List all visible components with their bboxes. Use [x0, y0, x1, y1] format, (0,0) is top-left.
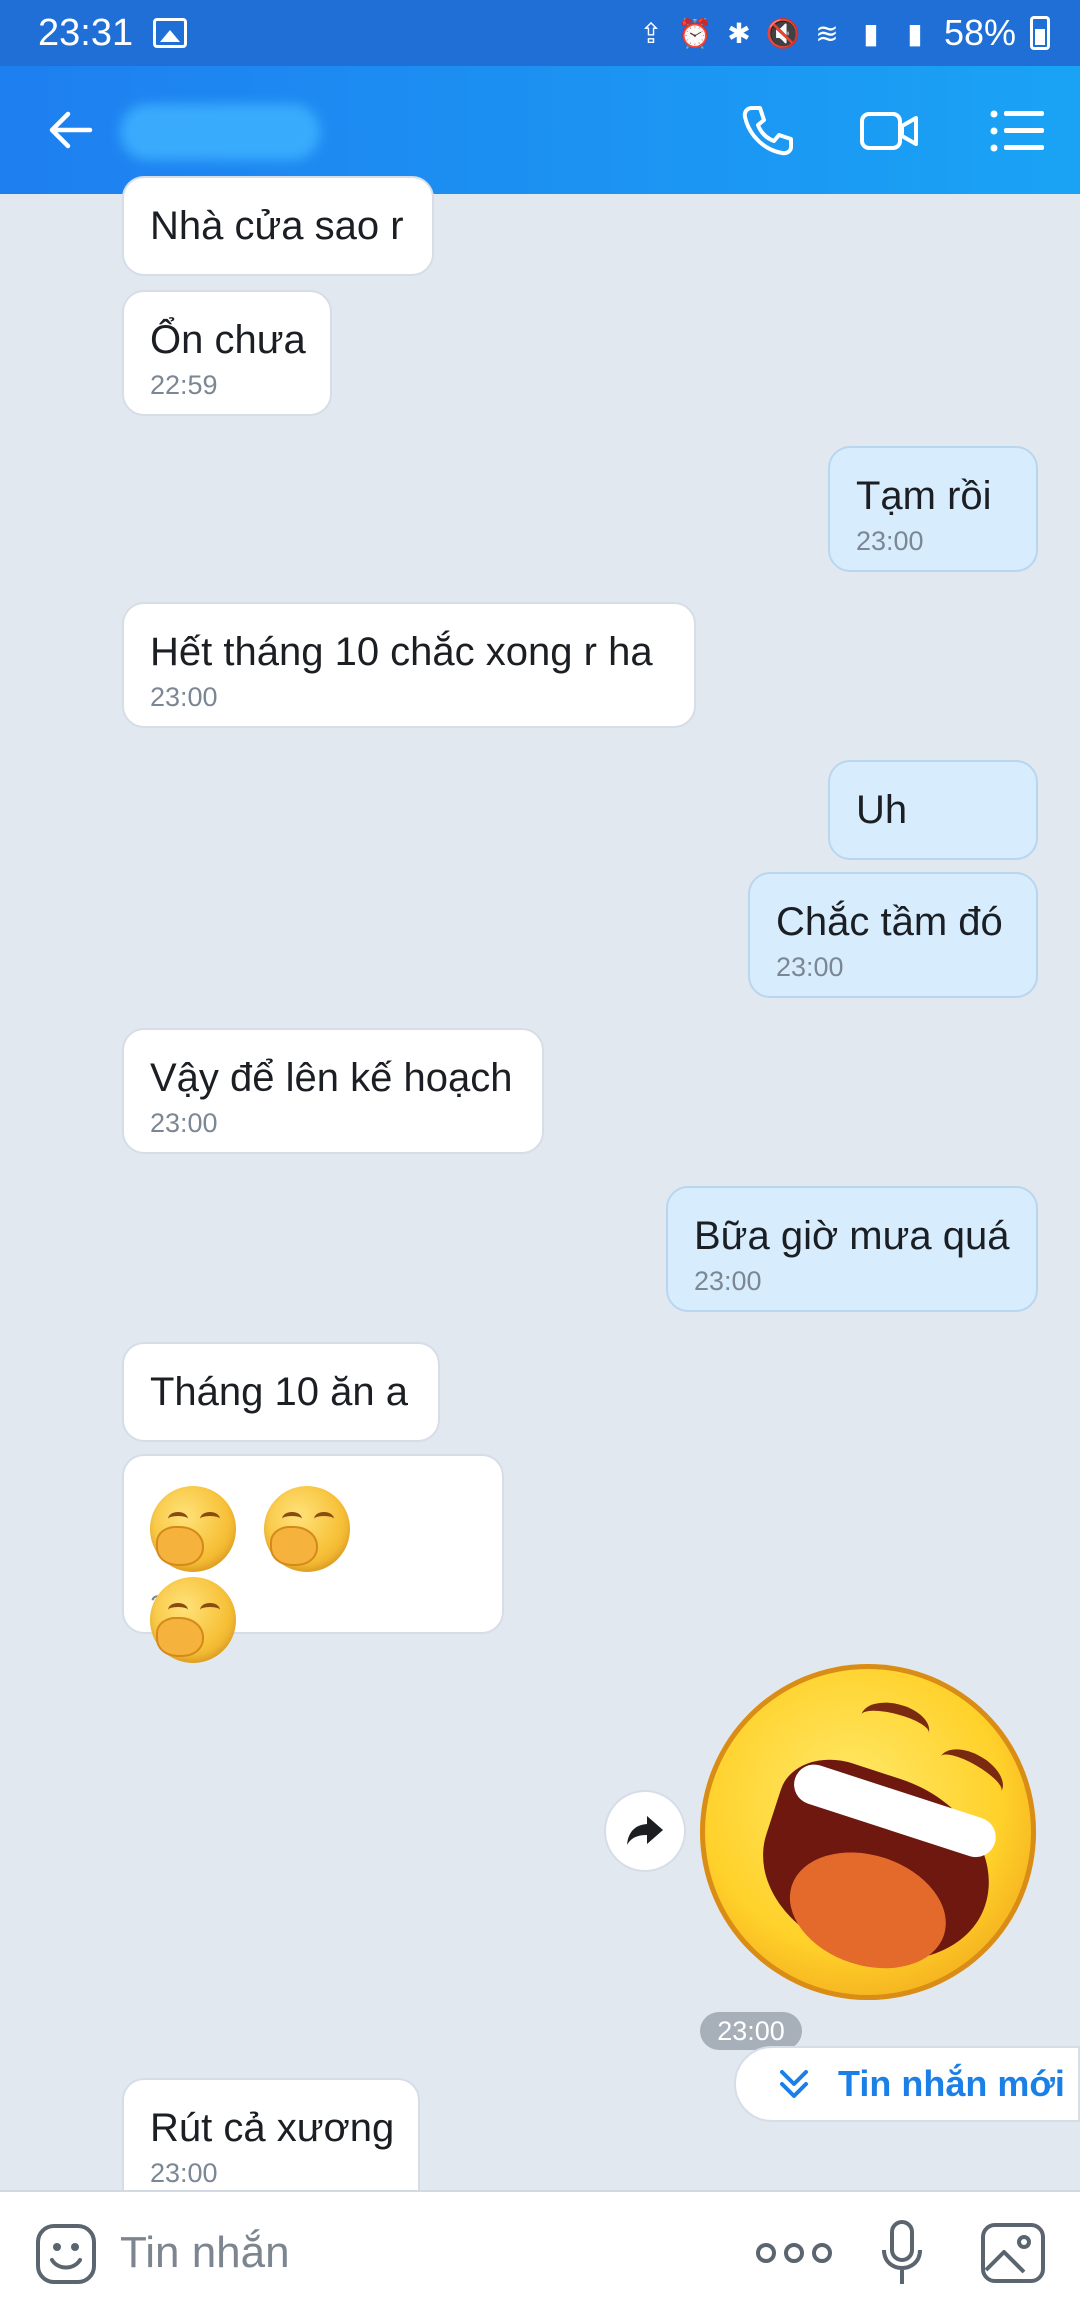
message-text: Tạm rồi — [856, 474, 992, 518]
message-received[interactable]: Tháng 10 ăn a — [122, 1342, 440, 1442]
image-gallery-icon[interactable] — [980, 2222, 1046, 2284]
status-time: 23:31 — [38, 11, 134, 54]
message-text: Nhà cửa sao r — [150, 204, 404, 248]
microphone-icon[interactable] — [880, 2218, 924, 2288]
message-text: Vậy để lên kế hoạch — [150, 1056, 513, 1100]
more-options-icon[interactable] — [756, 2236, 832, 2270]
hand-over-mouth-emoji-icon — [150, 1577, 236, 1663]
status-icons: ⇪ ⏰ ✱ 🔇 ≋ ▮ ▮ 58% — [636, 0, 1050, 66]
status-bar: 23:31 ⇪ ⏰ ✱ 🔇 ≋ ▮ ▮ 58% — [0, 0, 1080, 66]
message-time: 23:00 — [776, 952, 844, 982]
forward-button[interactable] — [604, 1790, 686, 1872]
chat-header — [0, 66, 1080, 194]
message-sent[interactable]: Tạm rồi 23:00 — [828, 446, 1038, 572]
menu-list-icon[interactable] — [986, 100, 1048, 162]
bluetooth-icon: ✱ — [727, 17, 751, 49]
message-input[interactable]: Tin nhắn — [120, 2218, 720, 2288]
message-time: 23:00 — [150, 682, 218, 712]
alarm-icon: ⏰ — [677, 17, 713, 49]
composer-bar: Tin nhắn — [0, 2190, 1080, 2318]
battery-icon — [1030, 16, 1050, 50]
wifi-icon: ≋ — [815, 17, 839, 49]
emoji-row — [150, 1486, 476, 1663]
mute-icon: 🔇 — [765, 17, 801, 49]
message-text: Hết tháng 10 chắc xong r ha — [150, 630, 653, 674]
laughing-sticker[interactable] — [700, 1664, 1036, 2000]
message-text: Chắc tầm đó — [776, 900, 1003, 944]
double-chevron-down-icon — [780, 2070, 808, 2098]
upload-icon: ⇪ — [639, 17, 663, 49]
message-time: 23:00 — [150, 1108, 218, 1138]
message-sent[interactable]: Chắc tầm đó 23:00 — [748, 872, 1038, 998]
message-received[interactable]: Nhà cửa sao r — [122, 176, 434, 276]
sticker-time: 23:00 — [700, 2012, 802, 2050]
message-time: 22:59 — [150, 370, 218, 400]
message-sent[interactable]: Uh — [828, 760, 1038, 860]
hand-over-mouth-emoji-icon — [264, 1486, 351, 1572]
signal-icon-2: ▮ — [907, 17, 923, 49]
contact-name[interactable] — [120, 104, 320, 160]
phone-call-icon[interactable] — [736, 100, 798, 162]
message-received[interactable]: Hết tháng 10 chắc xong r ha 23:00 — [122, 602, 696, 728]
message-text: Tháng 10 ăn a — [150, 1370, 408, 1414]
message-time: 23:00 — [150, 2158, 218, 2188]
video-call-icon[interactable] — [858, 100, 920, 162]
forward-arrow-icon — [627, 1816, 663, 1845]
back-arrow-icon[interactable] — [44, 102, 100, 158]
signal-icon: ▮ — [863, 17, 879, 49]
message-time: 23:00 — [694, 1266, 762, 1296]
message-text: Ổn chưa — [150, 318, 306, 362]
new-messages-label: Tin nhắn mới — [838, 2063, 1065, 2104]
message-time: 23:00 — [856, 526, 924, 556]
message-text: Bữa giờ mưa quá — [694, 1214, 1010, 1258]
new-messages-button[interactable]: Tin nhắn mới — [734, 2046, 1080, 2122]
gallery-notification-icon — [153, 18, 188, 48]
message-sent[interactable]: Bữa giờ mưa quá 23:00 — [666, 1186, 1038, 1312]
emoji-sticker-icon[interactable] — [34, 2222, 98, 2286]
message-text: Uh — [856, 788, 908, 832]
message-text: Rút cả xương — [150, 2106, 395, 2150]
battery-percent: 58% — [943, 12, 1016, 53]
message-received-emoji[interactable]: 23:00 — [122, 1454, 504, 1663]
hand-over-mouth-emoji-icon — [150, 1486, 236, 1572]
message-received[interactable]: Ổn chưa 22:59 — [122, 290, 332, 416]
message-received[interactable]: Vậy để lên kế hoạch 23:00 — [122, 1028, 544, 1154]
